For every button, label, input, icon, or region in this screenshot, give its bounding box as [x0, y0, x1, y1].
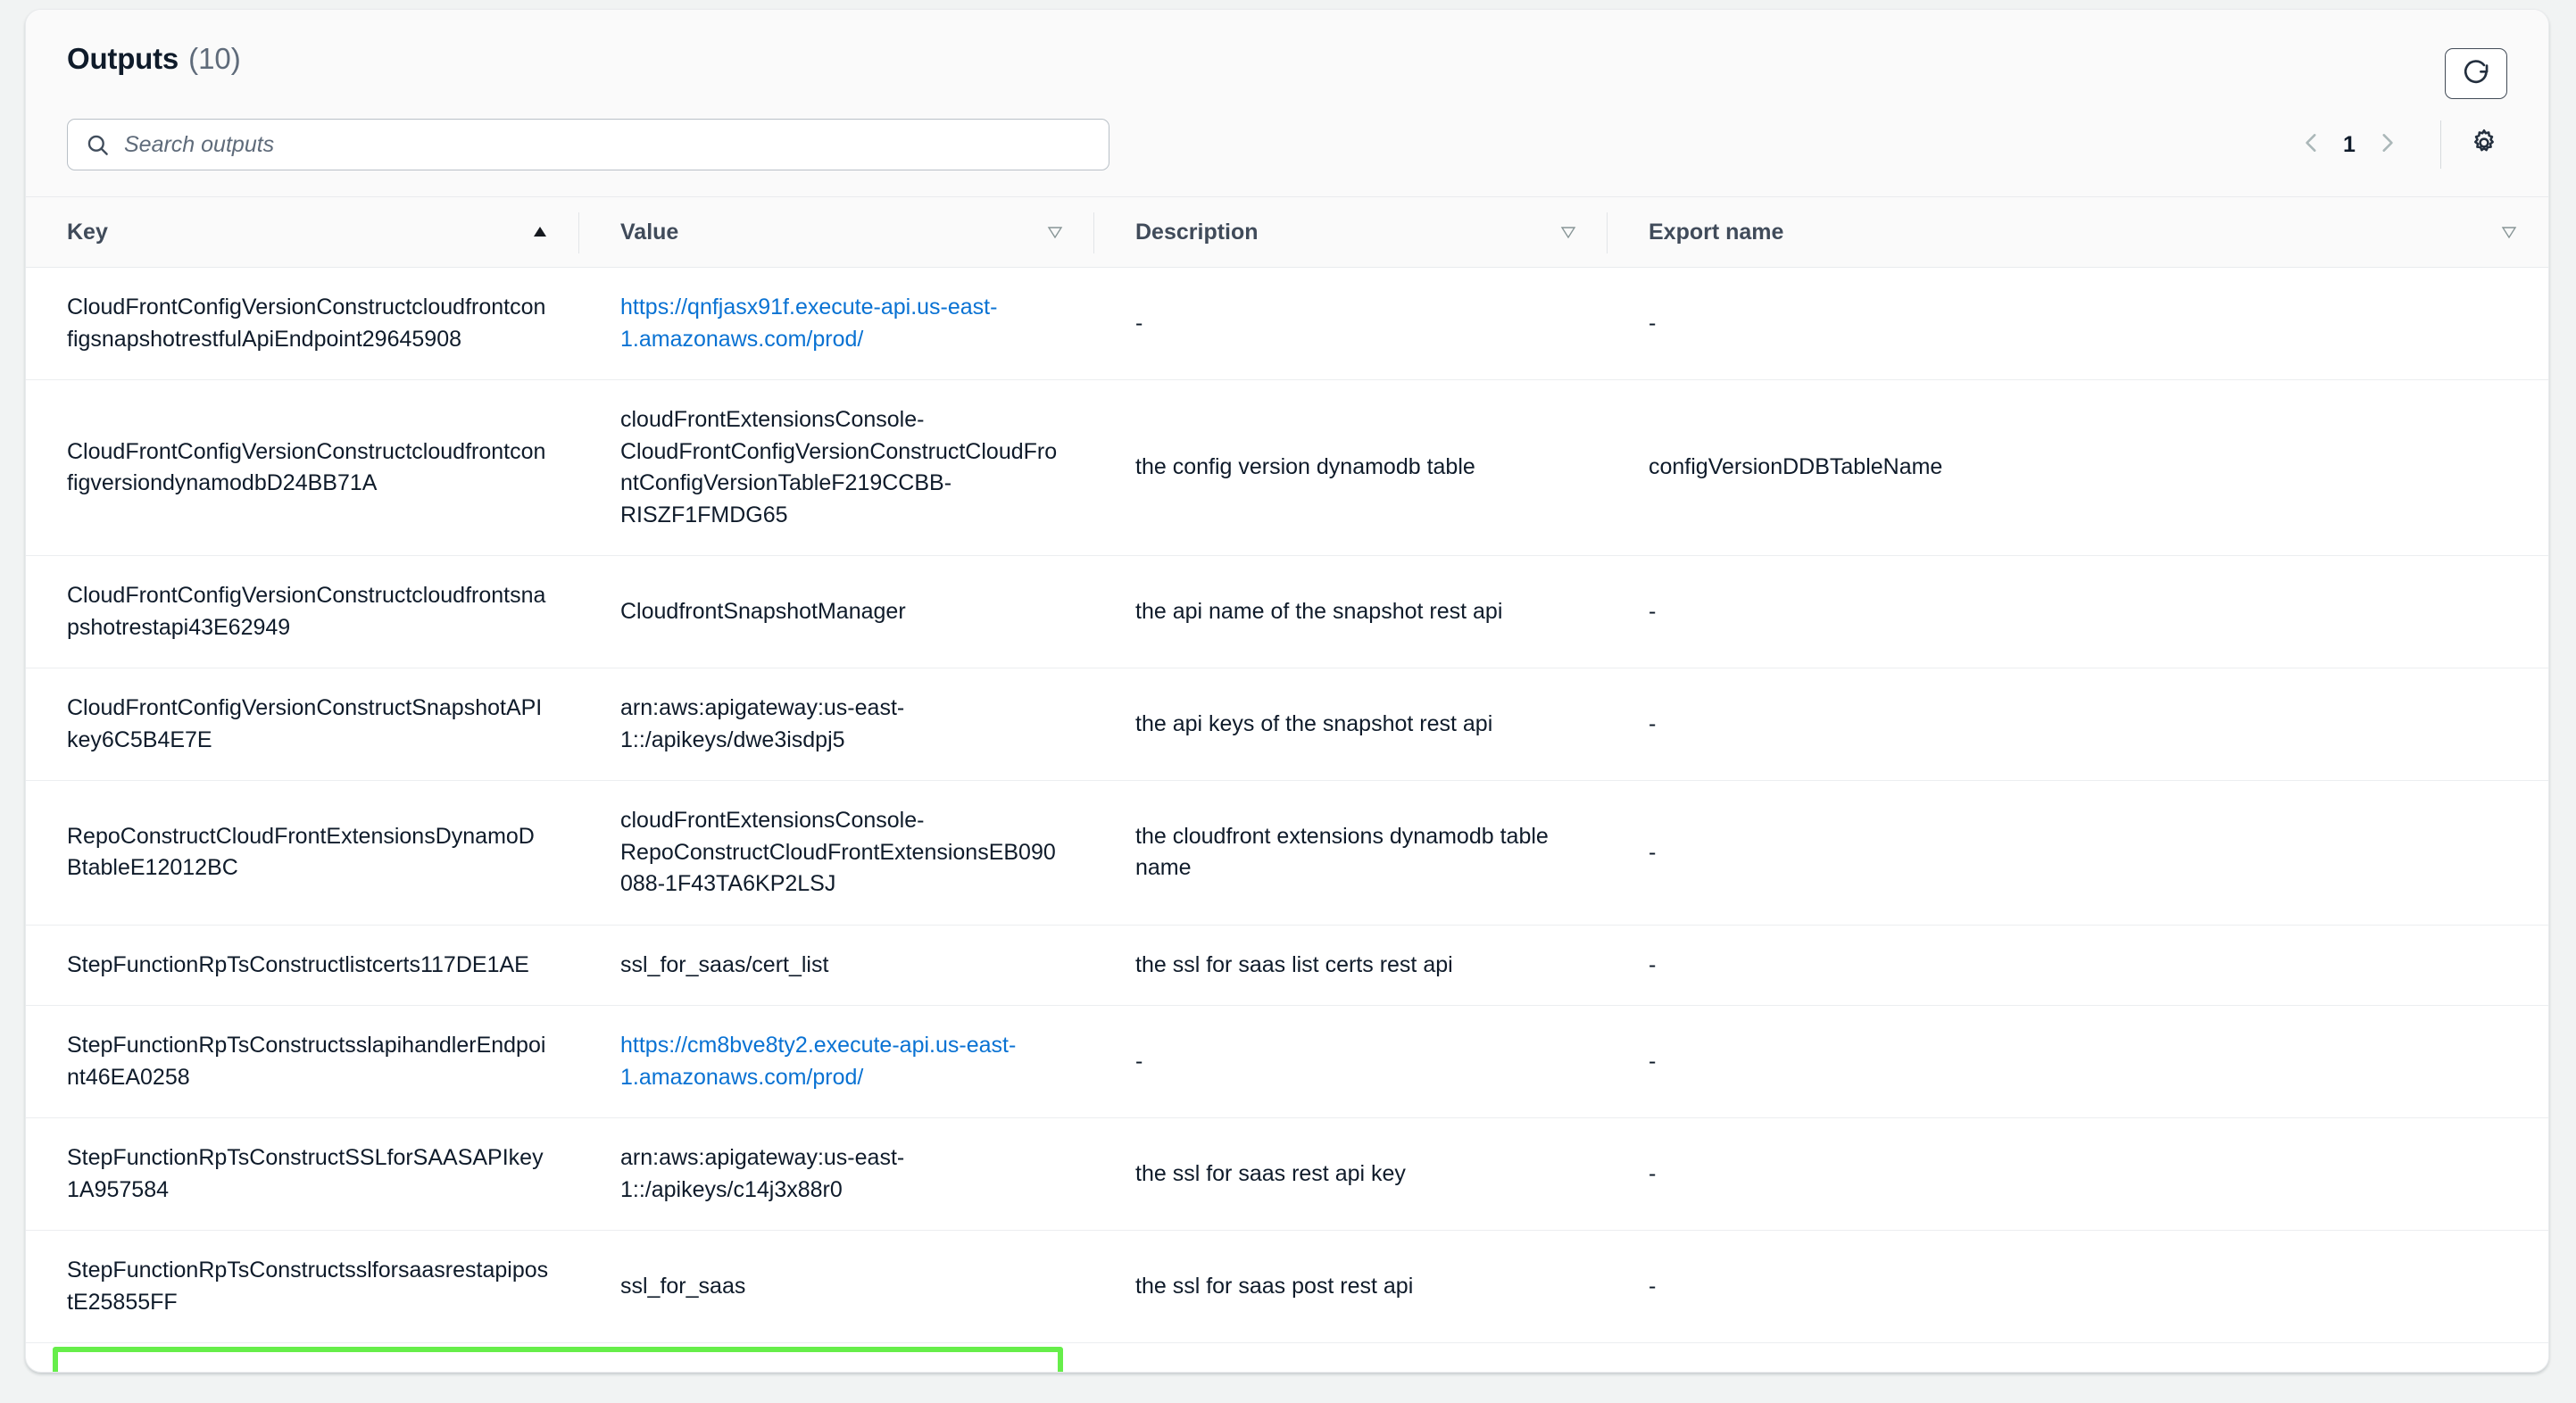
cell-description: the ssl for saas list certs rest api — [1094, 925, 1608, 1006]
cell-export-name: configVersionDDBTableName — [1608, 379, 2548, 556]
pagination-prev-button[interactable] — [2291, 124, 2332, 165]
table-row: StepFunctionRpTsConstructsslforsaasresta… — [26, 1230, 2548, 1343]
column-label-description: Description — [1135, 219, 1259, 245]
cell-export-name: - — [1608, 555, 2548, 668]
cell-value: ssl_for_saas — [579, 1230, 1094, 1343]
value-link[interactable]: https://qnfjasx91f.execute-api.us-east-1… — [620, 295, 997, 352]
sort-ascending-icon — [531, 223, 549, 241]
cell-value: CloudfrontSnapshotManager — [579, 555, 1094, 668]
outputs-table: Key Value Description Export name CloudF… — [26, 196, 2548, 1372]
outputs-page: Outputs (10) Search outputs 1 Key Value … — [0, 0, 2576, 1403]
cell-key: StepFunctionRpTsConstructSSLforSAASAPIke… — [26, 1117, 579, 1231]
sort-icon — [1046, 223, 1064, 241]
cell-export-name: - — [1608, 1342, 2548, 1372]
column-label-export-name: Export name — [1649, 219, 1784, 245]
cell-key: CloudFrontConfigVersionConstructcloudfro… — [26, 267, 579, 380]
cell-description: the cloudfront extensions dynamodb table… — [1094, 780, 1608, 926]
pagination: 1 — [2291, 120, 2407, 170]
cell-export-name: - — [1608, 1117, 2548, 1231]
table-row: CloudFrontConfigVersionConstructcloudfro… — [26, 379, 2548, 556]
sort-icon — [2500, 223, 2518, 241]
table-body: CloudFrontConfigVersionConstructcloudfro… — [26, 267, 2548, 1372]
cell-value: cloudFrontExtensionsConsole-CloudFrontCo… — [579, 379, 1094, 556]
cell-description: the ssl for saas post rest api — [1094, 1230, 1608, 1343]
chevron-right-icon — [2375, 131, 2398, 159]
cell-key: WebConsoleCloudFrontURL3ADD994C — [26, 1342, 579, 1372]
column-header-value[interactable]: Value — [579, 196, 1094, 268]
table-header-row: Key Value Description Export name — [26, 196, 2548, 268]
outputs-panel: Outputs (10) Search outputs 1 Key Value … — [25, 9, 2549, 1373]
cell-description: the api keys of the snapshot rest api — [1094, 668, 1608, 781]
outputs-count: (10) — [188, 42, 241, 75]
column-label-key: Key — [67, 219, 108, 245]
column-label-value: Value — [620, 219, 679, 245]
title-row: Outputs (10) — [67, 42, 2507, 76]
table-row: CloudFrontConfigVersionConstructcloudfro… — [26, 267, 2548, 380]
refresh-button[interactable] — [2445, 48, 2507, 99]
cell-export-name: - — [1608, 668, 2548, 781]
table-row: RepoConstructCloudFrontExtensionsDynamoD… — [26, 780, 2548, 926]
refresh-icon — [2461, 56, 2491, 91]
column-header-key[interactable]: Key — [26, 196, 579, 268]
cell-key: CloudFrontConfigVersionConstructSnapshot… — [26, 668, 579, 781]
table-row: CloudFrontConfigVersionConstructSnapshot… — [26, 668, 2548, 781]
chevron-left-icon — [2300, 131, 2323, 159]
cell-key: StepFunctionRpTsConstructsslapihandlerEn… — [26, 1005, 579, 1118]
cell-export-name: - — [1608, 925, 2548, 1006]
search-icon — [86, 133, 110, 157]
table-row: StepFunctionRpTsConstructsslapihandlerEn… — [26, 1005, 2548, 1118]
toolbar-divider — [2440, 120, 2441, 169]
cell-description: the url of cloudfront extension console … — [1094, 1342, 1608, 1372]
cell-key: StepFunctionRpTsConstructsslforsaasresta… — [26, 1230, 579, 1343]
cell-value: https://qnfjasx91f.execute-api.us-east-1… — [579, 267, 1094, 380]
table-header: Key Value Description Export name — [26, 196, 2548, 268]
cell-value: ssl_for_saas/cert_list — [579, 925, 1094, 1006]
cell-description: - — [1094, 267, 1608, 380]
cell-value: arn:aws:apigateway:us-east-1::/apikeys/d… — [579, 668, 1094, 781]
cell-value: cloudFrontExtensionsConsole-RepoConstruc… — [579, 780, 1094, 926]
pagination-page-1[interactable]: 1 — [2338, 132, 2361, 158]
column-header-description[interactable]: Description — [1094, 196, 1608, 268]
pagination-next-button[interactable] — [2366, 124, 2407, 165]
cell-export-name: - — [1608, 1230, 2548, 1343]
cell-value: arn:aws:apigateway:us-east-1::/apikeys/c… — [579, 1117, 1094, 1231]
cell-description: the config version dynamodb table — [1094, 379, 1608, 556]
cell-description: - — [1094, 1005, 1608, 1118]
cell-key: CloudFrontConfigVersionConstructcloudfro… — [26, 379, 579, 556]
value-link[interactable]: https://cm8bve8ty2.execute-api.us-east-1… — [620, 1033, 1016, 1090]
table-row: StepFunctionRpTsConstructlistcerts117DE1… — [26, 925, 2548, 1006]
sort-icon — [1559, 223, 1577, 241]
search-box[interactable] — [67, 119, 1109, 170]
table-row: CloudFrontConfigVersionConstructcloudfro… — [26, 555, 2548, 668]
cell-export-name: - — [1608, 267, 2548, 380]
table-row: StepFunctionRpTsConstructSSLforSAASAPIke… — [26, 1117, 2548, 1231]
panel-header: Outputs (10) Search outputs 1 — [26, 10, 2548, 196]
column-header-export-name[interactable]: Export name — [1608, 196, 2548, 268]
cell-value: d3glo9xkcrc06j.cloudfront.net — [579, 1342, 1094, 1372]
cell-description: the api name of the snapshot rest api — [1094, 555, 1608, 668]
search-input[interactable] — [122, 130, 1091, 159]
cell-value: https://cm8bve8ty2.execute-api.us-east-1… — [579, 1005, 1094, 1118]
table-row: WebConsoleCloudFrontURL3ADD994Cd3glo9xkc… — [26, 1342, 2548, 1372]
cell-key: StepFunctionRpTsConstructlistcerts117DE1… — [26, 925, 579, 1006]
preferences-button[interactable] — [2461, 121, 2507, 168]
page-title: Outputs — [67, 42, 179, 75]
cell-key: CloudFrontConfigVersionConstructcloudfro… — [26, 555, 579, 668]
cell-export-name: - — [1608, 1005, 2548, 1118]
gear-icon — [2469, 128, 2499, 162]
cell-description: the ssl for saas rest api key — [1094, 1117, 1608, 1231]
cell-export-name: - — [1608, 780, 2548, 926]
cell-key: RepoConstructCloudFrontExtensionsDynamoD… — [26, 780, 579, 926]
